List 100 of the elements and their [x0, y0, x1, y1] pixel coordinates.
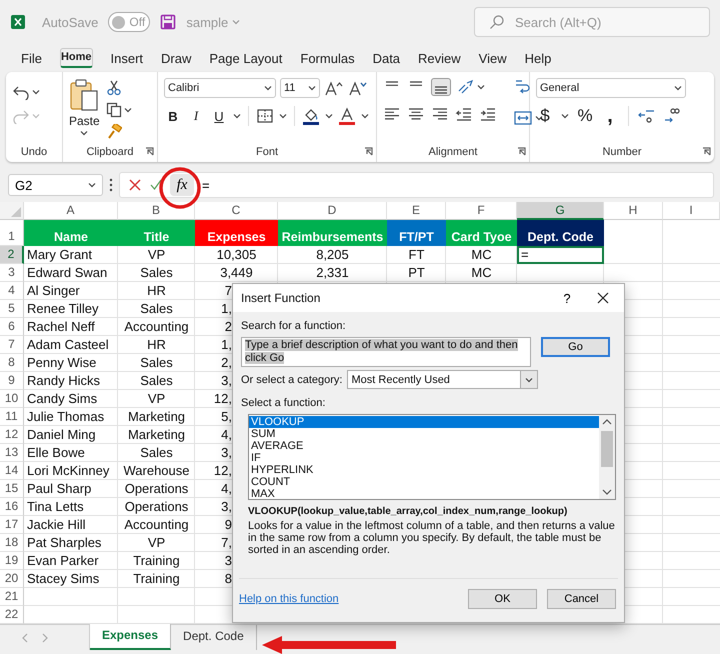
table-cell[interactable]: MC	[446, 246, 517, 264]
table-cell[interactable]: Accounting	[118, 516, 195, 534]
table-cell[interactable]: Jackie Hill	[24, 516, 118, 534]
table-cell[interactable]: MC	[446, 264, 517, 282]
ribbon-tab[interactable]: Page Layout	[200, 46, 292, 70]
underline-button[interactable]: U	[210, 108, 228, 124]
close-icon[interactable]	[597, 292, 609, 304]
table-cell[interactable]: 10,305	[195, 246, 278, 264]
table-cell[interactable]: Sales	[118, 372, 195, 390]
dialog-launcher-icon[interactable]	[364, 147, 373, 156]
comma-style-button[interactable]: ,	[601, 109, 619, 123]
table-cell[interactable]: VP	[118, 534, 195, 552]
percent-button[interactable]: %	[576, 106, 594, 126]
table-cell[interactable]: Al Singer	[24, 282, 118, 300]
ribbon-tab[interactable]: Help	[516, 46, 560, 70]
table-cell[interactable]: Randy Hicks	[24, 372, 118, 390]
table-cell[interactable]: 8,205	[278, 246, 387, 264]
function-list-item[interactable]: MAX	[249, 488, 599, 500]
caret-icon[interactable]	[561, 113, 569, 119]
ok-button[interactable]: OK	[468, 589, 537, 609]
table-cell[interactable]: 2	[224, 319, 232, 334]
table-cell[interactable]: Sales	[118, 300, 195, 318]
caret-icon[interactable]	[80, 130, 88, 136]
dialog-launcher-icon[interactable]	[145, 147, 154, 156]
table-cell[interactable]: Paul Sharp	[24, 480, 118, 498]
go-button[interactable]: Go	[541, 337, 610, 357]
table-cell[interactable]: Warehouse	[118, 462, 195, 480]
column-header[interactable]: G	[517, 202, 604, 220]
caret-icon[interactable]	[477, 84, 485, 90]
table-cell[interactable]: 3	[224, 553, 232, 568]
copy-icon[interactable]	[106, 102, 122, 118]
formula-text[interactable]: =	[202, 178, 210, 192]
dialog-launcher-icon[interactable]	[702, 147, 711, 156]
table-cell[interactable]: 3,	[221, 499, 232, 514]
table-cell[interactable]: 7,	[221, 535, 232, 550]
function-list-item[interactable]: COUNT	[249, 476, 599, 488]
table-cell[interactable]: 12,	[214, 391, 232, 406]
function-list-item[interactable]: AVERAGE	[249, 440, 599, 452]
caret-icon[interactable]	[674, 85, 682, 91]
italic-button[interactable]: I	[187, 108, 205, 124]
caret-icon[interactable]	[308, 85, 316, 91]
table-cell[interactable]: Sales	[118, 264, 195, 282]
caret-icon[interactable]	[124, 107, 132, 113]
search-function-field[interactable]: Type a brief description of what you want to do and then click Go	[241, 337, 531, 367]
merge-center-icon[interactable]	[513, 110, 533, 126]
caret-icon[interactable]	[361, 113, 369, 119]
table-cell[interactable]: 5,	[221, 409, 232, 424]
table-cell[interactable]: HR	[118, 336, 195, 354]
format-painter-icon[interactable]	[106, 124, 122, 140]
ribbon-tab[interactable]: File	[12, 46, 51, 70]
scissors-icon[interactable]	[106, 80, 122, 96]
table-cell[interactable]: 1,	[221, 301, 232, 316]
scrollbar[interactable]	[599, 415, 615, 499]
table-cell[interactable]: 9	[224, 517, 232, 532]
font-size-dropdown[interactable]: 11	[280, 78, 320, 98]
table-cell[interactable]: Elle Bowe	[24, 444, 118, 462]
table-cell[interactable]: Evan Parker	[24, 552, 118, 570]
function-list-item[interactable]: SUM	[249, 428, 599, 440]
row-header[interactable]: 2	[0, 246, 24, 264]
decrease-decimal-icon[interactable]	[663, 107, 681, 125]
caret-icon[interactable]	[524, 376, 532, 382]
table-cell[interactable]: Accounting	[118, 318, 195, 336]
caret-icon[interactable]	[88, 182, 96, 188]
bold-button[interactable]: B	[164, 108, 182, 124]
table-cell[interactable]: Stacey Sims	[24, 570, 118, 588]
ribbon-tab[interactable]: Draw	[152, 46, 200, 70]
table-cell[interactable]: 4,	[221, 427, 232, 442]
table-cell[interactable]: Operations	[118, 498, 195, 516]
table-cell[interactable]: Sales	[118, 354, 195, 372]
paste-button[interactable]: Paste	[69, 78, 100, 136]
caret-icon[interactable]	[279, 113, 287, 119]
align-right-icon[interactable]	[431, 106, 449, 122]
font-name-dropdown[interactable]: Calibri	[164, 78, 276, 98]
sheet-tab[interactable]: Expenses	[90, 624, 172, 650]
save-icon[interactable]	[160, 14, 176, 30]
enter-check-icon[interactable]	[150, 179, 162, 191]
function-list-item[interactable]: IF	[249, 452, 599, 464]
table-cell[interactable]: HR	[118, 282, 195, 300]
category-dropdown[interactable]: Most Recently Used	[346, 370, 538, 389]
table-cell[interactable]: Sales	[118, 444, 195, 462]
table-cell[interactable]: 1,	[221, 337, 232, 352]
table-cell[interactable]: 4,	[221, 481, 232, 496]
caret-icon[interactable]	[325, 113, 333, 119]
table-cell[interactable]: 3,	[221, 445, 232, 460]
ribbon-tab[interactable]: Review	[409, 46, 470, 70]
table-cell[interactable]: Lori McKinney	[24, 462, 118, 480]
caret-icon[interactable]	[233, 113, 241, 119]
table-cell[interactable]: 2,	[221, 355, 232, 370]
ribbon-tab[interactable]: Home	[60, 48, 93, 68]
function-list-item[interactable]: VLOOKUP	[249, 416, 599, 428]
table-cell[interactable]: 3,	[221, 373, 232, 388]
table-cell[interactable]: VP	[118, 390, 195, 408]
fill-color-icon[interactable]	[302, 107, 320, 125]
table-cell[interactable]: FT	[387, 246, 446, 264]
number-format-dropdown[interactable]: General	[536, 78, 686, 98]
table-cell[interactable]: Tina Letts	[24, 498, 118, 516]
table-cell[interactable]: Renee Tilley	[24, 300, 118, 318]
help-link[interactable]: Help on this function	[239, 593, 458, 605]
table-cell[interactable]: =	[517, 246, 604, 264]
more-options-icon[interactable]	[109, 178, 113, 192]
